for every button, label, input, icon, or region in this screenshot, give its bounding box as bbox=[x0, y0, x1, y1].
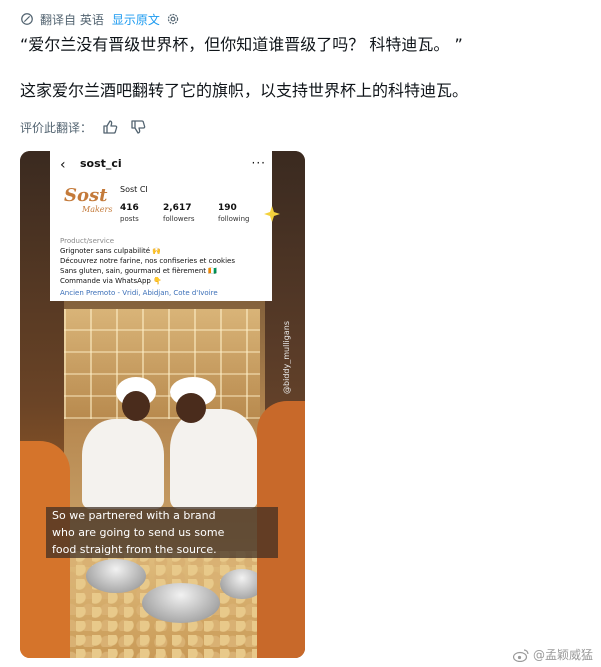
profile-category: Product/service bbox=[60, 237, 115, 245]
rate-translation-bar: 评价此翻译： bbox=[20, 118, 146, 136]
show-original-link[interactable]: 显示原文 bbox=[112, 11, 160, 28]
face-left bbox=[122, 391, 150, 421]
gear-icon[interactable] bbox=[166, 12, 180, 26]
worker-left bbox=[82, 419, 164, 509]
thumbs-down-icon[interactable] bbox=[130, 119, 146, 135]
profile-name: Sost CI bbox=[120, 185, 148, 194]
followers-count: 2,617 bbox=[163, 203, 192, 213]
tweet-text-line-2: 这家爱尔兰酒吧翻转了它的旗帜，以支持世界杯上的科特迪瓦。 bbox=[20, 81, 469, 100]
thumbs-up-icon[interactable] bbox=[102, 119, 118, 135]
followers-label: followers bbox=[163, 215, 195, 223]
instagram-profile-card: ‹ sost_ci ··· Sost Makers Sost CI 416 po… bbox=[50, 151, 272, 301]
more-options-icon[interactable]: ··· bbox=[252, 156, 266, 170]
logo-subtext: Makers bbox=[82, 205, 113, 214]
rate-translation-label: 评价此翻译： bbox=[20, 120, 93, 135]
watermark-text: @孟颖威猛 bbox=[532, 648, 593, 662]
video-caption-line: who are going to send us some bbox=[46, 524, 278, 541]
posts-label: posts bbox=[120, 215, 139, 223]
translate-icon bbox=[21, 13, 33, 25]
face-right bbox=[176, 393, 206, 423]
profile-handle: sost_ci bbox=[80, 157, 122, 170]
video-caption-line: food straight from the source. bbox=[46, 541, 278, 558]
tweet-text-line-1: “爱尔兰没有晋级世界杯，但你知道谁晋级了吗？ 科特迪瓦。 ” bbox=[20, 35, 463, 54]
sparkle-icon bbox=[264, 206, 280, 222]
bio-line: Grignoter sans culpabilité 🙌 bbox=[60, 247, 162, 255]
profile-location[interactable]: Ancien Premoto - Vridi, Abidjan, Cote d'… bbox=[60, 289, 218, 297]
bio-line: Sans gluten, sain, gourmand et fièrement… bbox=[60, 267, 217, 275]
metal-bowl-1 bbox=[86, 559, 146, 593]
bio-line: Commande via WhatsApp 👇 bbox=[60, 277, 162, 285]
back-chevron-icon[interactable]: ‹ bbox=[60, 157, 66, 173]
video-caption-line: So we partnered with a brand bbox=[46, 507, 278, 524]
translated-from-label: 翻译自 英语 bbox=[40, 12, 104, 27]
following-label: following bbox=[218, 215, 250, 223]
logo-wordmark: Sost bbox=[64, 185, 108, 206]
posts-count: 416 bbox=[120, 203, 139, 213]
tweet-video[interactable]: ‹ sost_ci ··· Sost Makers Sost CI 416 po… bbox=[20, 151, 305, 658]
bio-line: Découvrez notre farine, nos confiseries … bbox=[60, 257, 235, 265]
weibo-watermark: @孟颖威猛 bbox=[512, 646, 593, 663]
following-count: 190 bbox=[218, 203, 237, 213]
translation-header: 翻译自 英语 显示原文 bbox=[20, 10, 180, 28]
weibo-logo-icon bbox=[512, 648, 529, 662]
brand-logo: Sost Makers bbox=[64, 185, 112, 223]
worker-right bbox=[170, 409, 258, 509]
factory-ceiling bbox=[64, 309, 260, 419]
video-creator-handle: @biddy_mulligans bbox=[282, 321, 291, 394]
metal-bowl-2 bbox=[142, 583, 220, 623]
